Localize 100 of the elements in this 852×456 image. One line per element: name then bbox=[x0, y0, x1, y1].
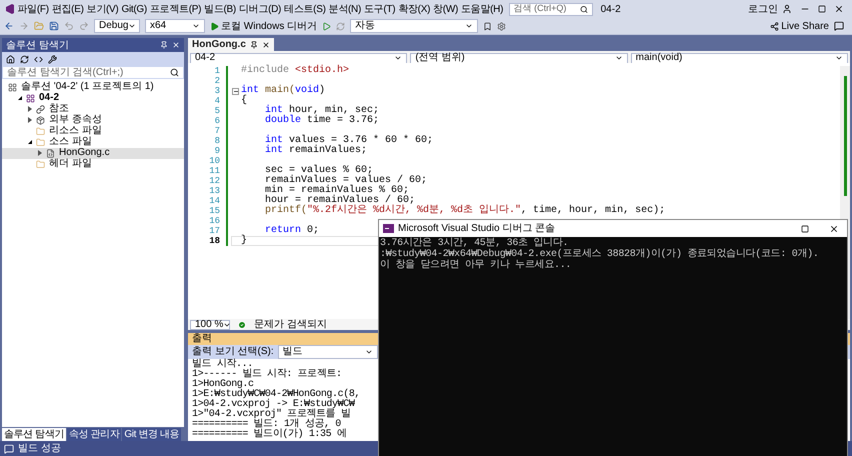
tree-item[interactable]: 솔루션 '04-2' (1 프로젝트의 1) bbox=[2, 82, 184, 92]
menu-item[interactable]: 도움말(H) bbox=[460, 2, 505, 16]
console-line: 3.76시간은 3시간, 45분, 36초 입니다. bbox=[380, 238, 568, 249]
tree-item[interactable]: HonGong.c bbox=[2, 148, 184, 158]
output-line: ========== 빌드: 1개 성공, 0 bbox=[192, 420, 341, 430]
close-icon[interactable] bbox=[262, 40, 270, 48]
live-share-button[interactable]: Live Share bbox=[770, 18, 829, 34]
menu-item[interactable]: 편집(E) bbox=[50, 2, 86, 16]
line-number: 12 bbox=[209, 176, 220, 186]
play-icon bbox=[210, 22, 219, 30]
search-icon bbox=[580, 4, 588, 14]
code-line: } bbox=[241, 236, 248, 246]
menu-item[interactable]: 도구(T) bbox=[362, 2, 397, 16]
panel-tab[interactable]: 솔루션 탐색기 bbox=[2, 428, 66, 440]
pin-icon[interactable] bbox=[250, 40, 258, 48]
person-icon[interactable] bbox=[782, 4, 792, 14]
tree-item[interactable]: 04-2 bbox=[2, 93, 184, 104]
close-icon[interactable] bbox=[834, 4, 844, 14]
code-line: hour = remainValues / 60; bbox=[265, 196, 416, 206]
code-line: return 0; bbox=[265, 226, 320, 236]
line-number: 8 bbox=[214, 136, 220, 146]
start-debugging-button[interactable]: 로컬 Windows 디버거 bbox=[210, 18, 318, 34]
line-number: 18 bbox=[209, 236, 220, 246]
collapsed-arrow-icon[interactable] bbox=[28, 117, 32, 124]
save-icon[interactable] bbox=[49, 21, 59, 31]
menu-item[interactable]: 디버그(D) bbox=[237, 2, 283, 16]
line-number: 3 bbox=[214, 86, 220, 96]
dropdown-icon bbox=[834, 54, 843, 62]
dropdown-icon bbox=[614, 54, 623, 62]
menu-item[interactable]: 테스트(S) bbox=[282, 2, 328, 16]
menu-item[interactable]: 분석(N) bbox=[327, 2, 362, 16]
line-number: 14 bbox=[209, 196, 220, 206]
navigation-select[interactable]: (전역 범위) bbox=[410, 52, 628, 64]
back-icon[interactable] bbox=[4, 21, 14, 31]
search-field[interactable]: 검색 (Ctrl+Q) bbox=[508, 2, 593, 16]
maximize-icon[interactable] bbox=[818, 5, 826, 13]
expanded-arrow-icon[interactable] bbox=[18, 96, 22, 100]
collapse-icon[interactable] bbox=[232, 88, 239, 94]
home-icon[interactable] bbox=[6, 54, 15, 64]
zoom-select[interactable]: 100 % bbox=[190, 320, 230, 330]
menu-item[interactable]: 보기(V) bbox=[85, 2, 120, 16]
menu-item[interactable]: 빌드(B) bbox=[202, 2, 238, 16]
grid-icon bbox=[26, 94, 35, 103]
line-number: 4 bbox=[214, 96, 220, 106]
line-number: 7 bbox=[214, 126, 220, 136]
tree-item[interactable]: 참조 bbox=[2, 104, 184, 114]
line-number: 9 bbox=[214, 146, 220, 156]
code-line: { bbox=[241, 96, 248, 106]
play-outline-icon[interactable] bbox=[322, 22, 332, 30]
menu-item[interactable]: Git(G) bbox=[120, 2, 148, 16]
sync-icon[interactable] bbox=[20, 54, 29, 64]
close-icon[interactable] bbox=[172, 41, 180, 49]
console-line: 이 창을 닫으려면 아무 키나 누르세요... bbox=[380, 260, 572, 271]
package-icon bbox=[36, 116, 45, 125]
app-logo-icon bbox=[4, 3, 16, 15]
line-number: 11 bbox=[209, 166, 220, 176]
tree-item[interactable]: 리소스 파일 bbox=[2, 126, 184, 136]
dropdown-icon bbox=[364, 348, 373, 356]
panel-tab[interactable]: Git 변경 내용 bbox=[122, 428, 182, 440]
panel-tab[interactable]: 속성 관리자 bbox=[66, 428, 122, 440]
menu-item[interactable]: 프로젝트(P) bbox=[148, 2, 203, 16]
pin-icon[interactable] bbox=[160, 41, 168, 49]
tree-item[interactable]: 소스 파일 bbox=[2, 137, 184, 148]
bookmark-icon[interactable] bbox=[483, 22, 492, 30]
folder-icon bbox=[36, 126, 45, 136]
dropdown-icon bbox=[192, 22, 200, 30]
configuration-select[interactable]: Debug bbox=[94, 19, 140, 33]
tree-item[interactable]: 헤더 파일 bbox=[2, 159, 184, 170]
stack-frame-select[interactable]: 자동 bbox=[350, 19, 478, 33]
tree-item[interactable]: 외부 종속성 bbox=[2, 115, 184, 126]
code-line: min = remainValues % 60; bbox=[265, 186, 410, 196]
menu-item[interactable]: 확장(X) bbox=[396, 2, 432, 16]
feedback-icon[interactable] bbox=[834, 21, 844, 31]
search-field[interactable]: 솔루션 탐색기 검색(Ctrl+;) bbox=[2, 66, 184, 79]
collapsed-arrow-icon[interactable] bbox=[38, 150, 42, 156]
line-number: 13 bbox=[209, 186, 220, 196]
output-source-select[interactable]: 빌드 bbox=[278, 345, 378, 359]
file-icon bbox=[46, 148, 55, 158]
menu-item[interactable]: 파일(F) bbox=[16, 2, 50, 16]
navigation-select[interactable]: main(void) bbox=[630, 52, 848, 64]
link-icon bbox=[36, 104, 45, 114]
code-line: double time = 3.76; bbox=[265, 116, 380, 126]
menu-item[interactable]: 창(W) bbox=[432, 2, 460, 16]
wrench-icon[interactable] bbox=[48, 54, 57, 64]
code-icon[interactable] bbox=[34, 54, 43, 64]
console-title: Microsoft Visual Studio 디버그 콘솔 bbox=[398, 222, 556, 236]
platform-select[interactable]: x64 bbox=[145, 19, 205, 33]
console-icon bbox=[383, 224, 394, 233]
code-line: #include <stdio.h> bbox=[241, 66, 350, 76]
maximize-icon[interactable] bbox=[801, 224, 809, 232]
solution-name: 04-2 bbox=[600, 2, 621, 16]
scroll-thumb[interactable] bbox=[844, 76, 846, 196]
close-icon[interactable] bbox=[829, 224, 839, 234]
line-number: 6 bbox=[214, 116, 220, 126]
settings-icon[interactable] bbox=[497, 22, 506, 30]
navigation-select[interactable]: 04-2 bbox=[190, 52, 408, 64]
sign-in-link[interactable]: 로그인 bbox=[748, 2, 778, 16]
expanded-arrow-icon[interactable] bbox=[28, 140, 32, 144]
collapsed-arrow-icon[interactable] bbox=[28, 106, 32, 112]
editor-tab[interactable]: HonGong.c bbox=[188, 38, 274, 51]
